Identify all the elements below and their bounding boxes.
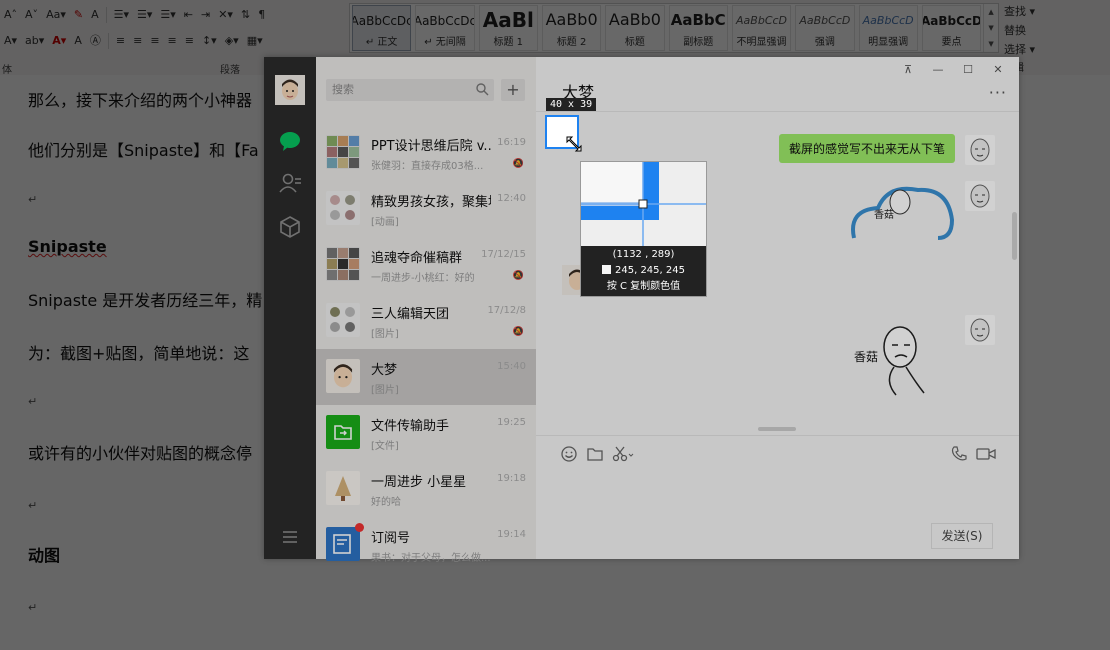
conversation-time: 17/12/15	[481, 249, 526, 260]
list-item[interactable]: 三人编辑天团 [图片] 17/12/8 🔕	[316, 293, 536, 349]
search-placeholder: 搜索	[332, 83, 354, 96]
conversation-time: 19:25	[497, 417, 526, 428]
file-transfer-icon	[326, 415, 360, 449]
avatar-face-icon	[275, 75, 305, 105]
phone-icon[interactable]	[950, 445, 968, 463]
conversation-name: 一周进步 小星星	[371, 475, 467, 490]
wechat-window: 搜索 + PPT设计思维后院 v... 张健羽：直接存成03格... 16:19…	[264, 57, 1019, 564]
conversation-time: 17/12/8	[487, 305, 526, 316]
magnifier-view	[581, 162, 706, 246]
avatar[interactable]	[965, 135, 995, 165]
sticker-text: 香菇	[874, 208, 894, 221]
list-item-active[interactable]: 大梦 [图片] 15:40	[316, 349, 536, 405]
mute-bell-icon: 🔕	[512, 159, 524, 169]
search-input[interactable]: 搜索	[326, 79, 494, 101]
group-avatar-icon	[326, 247, 360, 281]
pin-button[interactable]: ⊼	[893, 63, 923, 76]
rgb-value: 245, 245, 245	[615, 265, 685, 276]
list-item[interactable]: 订阅号 果书：对于父母，怎么做... 19:14	[316, 517, 536, 573]
send-button[interactable]: 发送(S)	[931, 523, 993, 549]
maximize-button[interactable]: ☐	[953, 63, 983, 76]
list-item[interactable]: 一周进步 小星星 好的哈 19:18	[316, 461, 536, 517]
add-chat-button[interactable]: +	[501, 79, 525, 101]
conversation-time: 12:40	[497, 193, 526, 204]
list-item[interactable]: 文件传输助手 [文件] 19:25	[316, 405, 536, 461]
cursor-coordinates: (1132 , 289)	[612, 249, 675, 260]
close-button[interactable]: ✕	[983, 63, 1013, 76]
group-avatar-icon	[326, 135, 360, 169]
menu-icon[interactable]	[278, 525, 302, 549]
more-options-button[interactable]: ···	[989, 83, 1007, 102]
scissors-icon[interactable]	[612, 445, 636, 463]
avatar[interactable]	[965, 315, 995, 345]
conversation-name: 精致男孩女孩，聚集地	[371, 195, 491, 210]
mute-bell-icon: 🔕	[512, 327, 524, 337]
resize-handle[interactable]	[758, 427, 796, 431]
chat-panel: 大梦 ⊼ — ☐ ✕ ··· 截屏的感觉写不出来无从下笔 香菇 香菇 发送(S)	[536, 57, 1019, 559]
list-item[interactable]: 追魂夺命催稿群 一周进步-小桃红：好的 17/12/15 🔕	[316, 237, 536, 293]
list-item[interactable]: PPT设计思维后院 v... 张健羽：直接存成03格... 16:19 🔕	[316, 125, 536, 181]
conversation-name: 订阅号	[371, 531, 411, 546]
conversation-preview: 好的哈	[371, 497, 401, 508]
magnifier-info: (1132 , 289) 245, 245, 245 按 C 复制颜色值	[581, 246, 706, 296]
divider	[536, 435, 1019, 436]
conversation-preview: [文件]	[371, 441, 399, 452]
scrollbar[interactable]	[1012, 212, 1017, 260]
conversation-preview: 一周进步-小桃红：好的	[371, 273, 475, 284]
chat-icon[interactable]	[278, 129, 302, 153]
conversation-name: 文件传输助手	[371, 419, 450, 434]
conversation-list: 搜索 + PPT设计思维后院 v... 张健羽：直接存成03格... 16:19…	[316, 57, 536, 564]
conversation-preview: 张健羽：直接存成03格...	[371, 161, 484, 172]
conversation-name: 大梦	[371, 363, 398, 378]
subscription-icon	[326, 527, 360, 561]
conversation-time: 16:19	[497, 137, 526, 148]
divider	[536, 111, 1019, 112]
sticker-image[interactable]: 香菇	[848, 180, 955, 242]
my-message-bubble[interactable]: 截屏的感觉写不出来无从下笔	[778, 134, 955, 163]
color-swatch	[602, 265, 611, 274]
conversation-name: PPT设计思维后院 v...	[371, 139, 491, 154]
conversation-time: 15:40	[497, 361, 526, 372]
sticker-text: 香菇	[854, 350, 878, 364]
unread-badge	[355, 523, 364, 532]
minimize-button[interactable]: —	[923, 63, 953, 76]
list-item[interactable]: 精致男孩女孩，聚集地 [动画] 12:40	[316, 181, 536, 237]
conversation-preview: [图片]	[371, 385, 399, 396]
video-call-icon[interactable]	[976, 445, 996, 463]
conversation-preview: [图片]	[371, 329, 399, 340]
emoji-icon[interactable]	[560, 445, 578, 463]
group-avatar-icon	[326, 191, 360, 225]
conversation-preview: [动画]	[371, 217, 399, 228]
group-avatar-icon	[326, 303, 360, 337]
avatar[interactable]	[965, 181, 995, 211]
mute-bell-icon: 🔕	[512, 271, 524, 281]
contacts-icon[interactable]	[278, 171, 302, 195]
folder-icon[interactable]	[586, 445, 604, 463]
avatar	[326, 359, 360, 393]
wechat-sidebar	[264, 57, 316, 559]
color-picker-magnifier: (1132 , 289) 245, 245, 245 按 C 复制颜色值	[580, 161, 707, 297]
avatar	[326, 471, 360, 505]
sticker-image[interactable]: 香菇	[854, 325, 932, 401]
resize-cursor-icon	[566, 136, 582, 152]
conversation-time: 19:14	[497, 529, 526, 540]
conversation-name: 三人编辑天团	[371, 307, 450, 322]
copy-color-hint: 按 C 复制颜色值	[606, 281, 681, 292]
conversation-time: 19:18	[497, 473, 526, 484]
window-controls: ⊼ — ☐ ✕	[893, 63, 1013, 76]
conversation-name: 追魂夺命催稿群	[371, 251, 463, 266]
color-value: 245, 245, 245	[581, 263, 706, 278]
avatar[interactable]	[275, 75, 305, 105]
selection-size-label: 40 x 39	[546, 98, 597, 111]
conversation-preview: 果书：对于父母，怎么做...	[371, 553, 491, 564]
search-icon	[476, 83, 489, 96]
collection-icon[interactable]	[278, 215, 302, 239]
